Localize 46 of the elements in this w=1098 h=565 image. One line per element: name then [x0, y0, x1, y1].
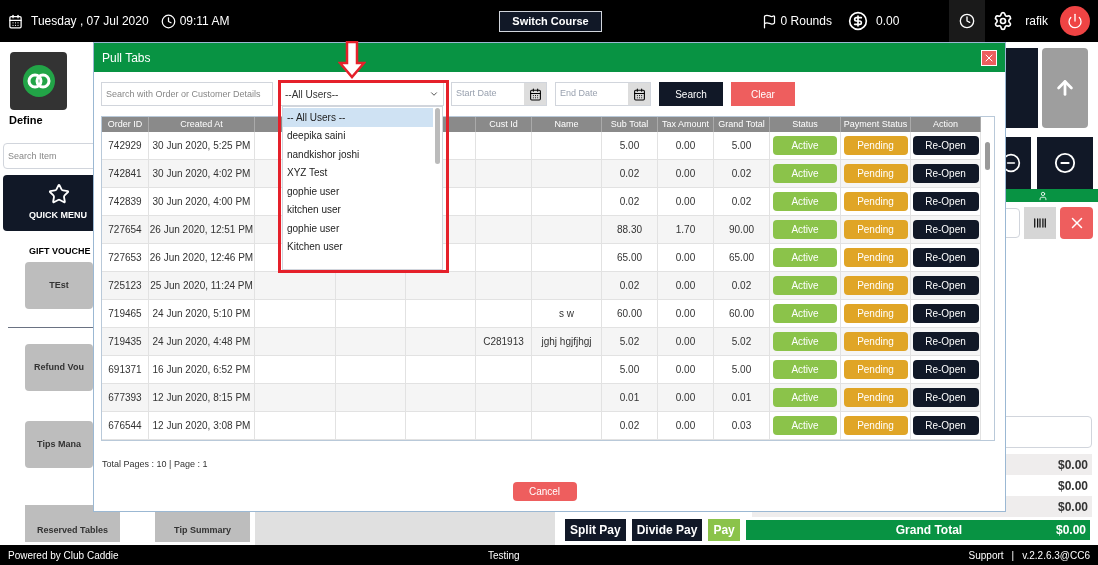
payment-status-badge: Pending: [843, 220, 908, 239]
table-cell: 0.00: [658, 412, 714, 440]
total-amount: $0.00: [1057, 456, 1088, 474]
brand-label: Define: [9, 113, 43, 128]
status-badge: Active: [773, 276, 837, 295]
grand-total-label: Grand Total: [895, 522, 963, 539]
powered-by-text: Powered by Club Caddie: [8, 548, 120, 563]
user-select-value: --All Users--: [285, 87, 339, 102]
time-text: 09:11 AM: [179, 13, 230, 30]
payment-status-badge: Pending: [843, 388, 908, 407]
status-badge: Active: [773, 416, 837, 435]
rounds-text: 0 Rounds: [780, 13, 832, 30]
payment-status-badge: Pending: [843, 164, 908, 183]
status-badge: Active: [773, 136, 837, 155]
status-badge: Active: [773, 388, 837, 407]
dialog-title: Pull Tabs: [102, 49, 151, 67]
payment-status-badge: Pending: [843, 276, 908, 295]
pager-text: Total Pages : 10 | Page : 1: [102, 458, 209, 471]
status-badge: Active: [773, 304, 837, 323]
payment-status-badge: Pending: [843, 304, 908, 323]
table-cell: 0.03: [714, 412, 770, 440]
payment-status-badge: Pending: [843, 332, 908, 351]
grand-total-value: $0.00: [1055, 522, 1086, 539]
table-cell: 12 Jun 2020, 3:08 PM: [149, 412, 255, 440]
payment-status-badge: Pending: [843, 416, 908, 435]
environment-text: Testing: [488, 548, 521, 563]
balance-text: 0.00: [875, 13, 900, 30]
separator-text: |: [1011, 548, 1015, 563]
status-badge: Active: [773, 360, 837, 379]
user-name: rafik: [1025, 13, 1048, 30]
status-badge: Active: [773, 332, 837, 351]
payment-status-badge: Pending: [843, 136, 908, 155]
payment-status-badge: Pending: [843, 192, 908, 211]
total-amount: $0.00: [1057, 498, 1088, 516]
status-badge: Active: [773, 220, 837, 239]
payment-status-badge: Pending: [843, 248, 908, 267]
status-badge: Active: [773, 192, 837, 211]
version-text: v.2.2.6.3@CC6: [1022, 548, 1090, 563]
status-badge: Active: [773, 164, 837, 183]
status-badge: Active: [773, 248, 837, 267]
table-cell: 0.02: [602, 412, 658, 440]
table-cell: 676544: [102, 412, 149, 440]
total-amount: $0.00: [1057, 477, 1088, 495]
payment-status-badge: Pending: [843, 360, 908, 379]
date-text: Tuesday , 07 Jul 2020: [31, 13, 149, 30]
section-title: GIFT VOUCHE: [29, 244, 91, 258]
